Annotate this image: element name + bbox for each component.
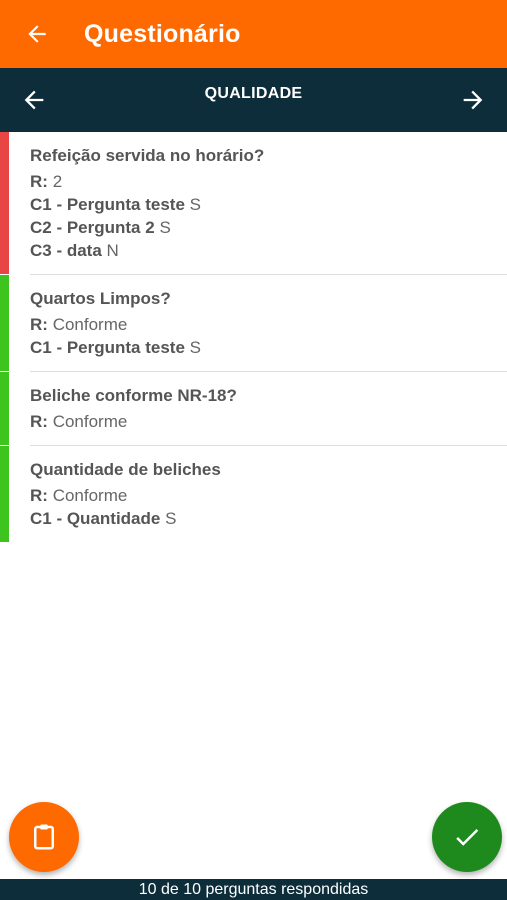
question-text: Quantidade de beliches [30,460,221,479]
status-bar [0,446,9,542]
extra-line: C2 - Pergunta 2 S [30,218,171,237]
clipboard-icon [34,824,54,850]
extra-line: C1 - Pergunta teste S [30,195,202,214]
extra-line: C1 - Pergunta teste S [30,338,202,357]
arrow-right-icon[interactable] [459,86,487,114]
question-list: Refeição servida no horário? R: 2 C1 - P… [0,132,507,542]
status-bar [0,372,9,445]
section-title: QUALIDADE [204,85,303,102]
progress-footer: 10 de 10 perguntas respondidas [0,879,507,900]
answer-line: R: 2 [30,172,63,191]
check-icon [456,829,479,846]
confirm-button[interactable] [432,802,502,872]
section-bar: QUALIDADE [0,68,507,132]
extra-line: C1 - Quantidade S [30,509,177,528]
list-item[interactable]: Beliche conforme NR-18? R: Conforme [0,372,507,445]
question-text: Quartos Limpos? [30,289,171,308]
answer-line: R: Conforme [30,486,128,505]
list-item[interactable]: Refeição servida no horário? R: 2 C1 - P… [0,132,507,274]
app-bar: Questionário [0,0,507,68]
list-item[interactable]: Quantidade de beliches R: Conforme C1 - … [0,446,507,542]
status-bar [0,132,9,274]
clipboard-button[interactable] [9,802,79,872]
arrow-left-icon[interactable] [20,86,48,114]
arrow-left-icon[interactable] [24,21,50,47]
status-bar [0,275,9,371]
extra-line: C3 - data N [30,241,119,260]
answer-line: R: Conforme [30,412,128,431]
question-text: Refeição servida no horário? [30,146,265,165]
list-item[interactable]: Quartos Limpos? R: Conforme C1 - Pergunt… [0,275,507,371]
answer-line: R: Conforme [30,315,128,334]
page-title: Questionário [84,19,241,48]
question-text: Beliche conforme NR-18? [30,386,237,405]
